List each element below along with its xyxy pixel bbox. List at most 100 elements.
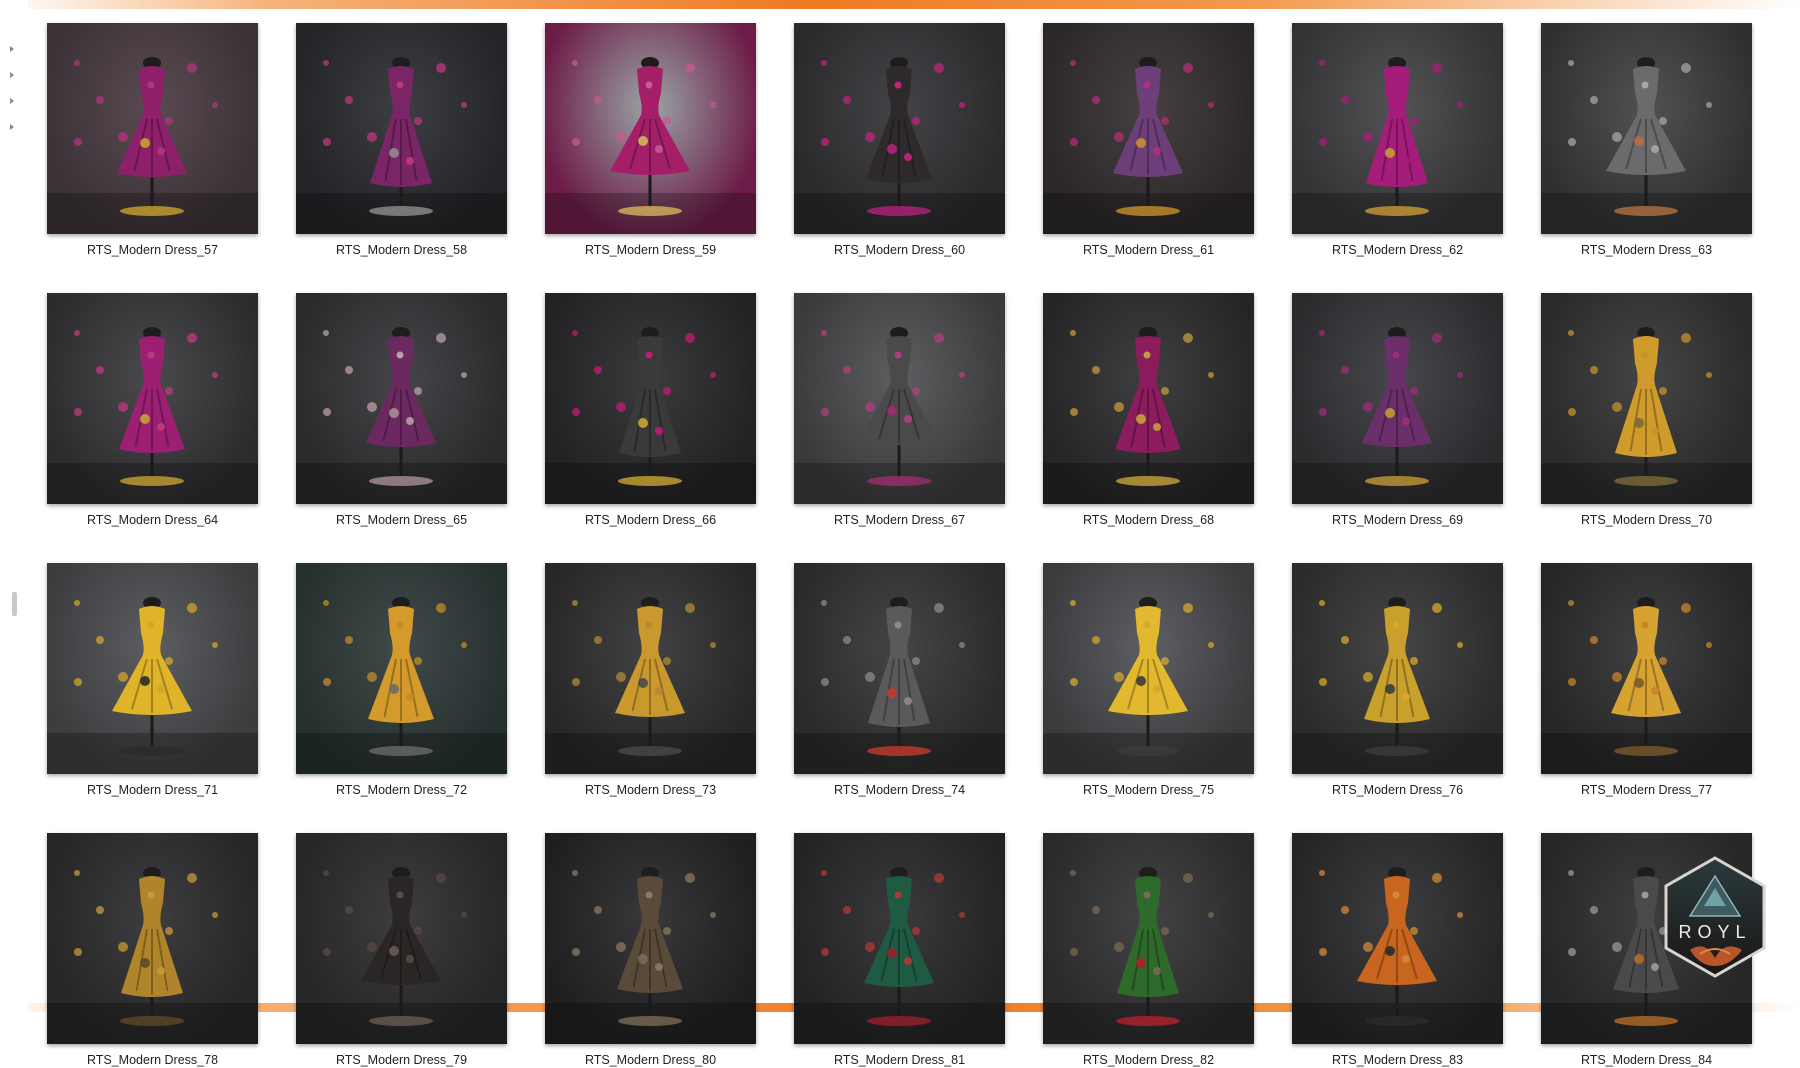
thumbnail-grid: RTS_Modern Dress_57 RTS_Modern Dress_58 … (47, 23, 1752, 1068)
gallery-tile[interactable]: RTS_Modern Dress_76 (1292, 563, 1503, 798)
gallery-tile[interactable]: RTS_Modern Dress_62 (1292, 23, 1503, 258)
dress-illustration (1541, 57, 1752, 234)
dress-thumbnail[interactable] (545, 293, 756, 504)
gallery-tile[interactable]: RTS_Modern Dress_71 (47, 563, 258, 798)
dress-illustration (1043, 327, 1254, 504)
dress-thumbnail[interactable] (545, 23, 756, 234)
tile-label: RTS_Modern Dress_72 (335, 783, 468, 797)
dress-illustration (1043, 867, 1254, 1044)
dress-thumbnail[interactable] (794, 293, 1005, 504)
dress-illustration (1541, 327, 1752, 504)
dress-thumbnail[interactable] (47, 833, 258, 1044)
tile-label: RTS_Modern Dress_68 (1082, 513, 1215, 527)
dress-thumbnail[interactable] (1541, 23, 1752, 234)
dress-thumbnail[interactable] (1541, 293, 1752, 504)
tile-label: RTS_Modern Dress_60 (833, 243, 966, 257)
gallery-tile[interactable]: RTS_Modern Dress_73 (545, 563, 756, 798)
sidebar-strip (0, 0, 28, 1012)
gallery-tile[interactable]: RTS_Modern Dress_60 (794, 23, 1005, 258)
dress-illustration (1043, 597, 1254, 774)
gallery-tile[interactable]: RTS_Modern Dress_83 (1292, 833, 1503, 1068)
dress-illustration (794, 57, 1005, 234)
dress-thumbnail[interactable] (794, 833, 1005, 1044)
dress-thumbnail[interactable] (1043, 563, 1254, 774)
tile-label: RTS_Modern Dress_77 (1580, 783, 1713, 797)
tile-label: RTS_Modern Dress_73 (584, 783, 717, 797)
gallery-tile[interactable]: RTS_Modern Dress_74 (794, 563, 1005, 798)
tile-label: RTS_Modern Dress_70 (1580, 513, 1713, 527)
dress-illustration (794, 867, 1005, 1044)
gallery-tile[interactable]: RTS_Modern Dress_82 (1043, 833, 1254, 1068)
gallery-tile[interactable]: RTS_Modern Dress_69 (1292, 293, 1503, 528)
logo-text: ROYL (1678, 922, 1751, 942)
dress-thumbnail[interactable] (296, 563, 507, 774)
tile-label: RTS_Modern Dress_62 (1331, 243, 1464, 257)
dress-thumbnail[interactable] (1292, 833, 1503, 1044)
tile-label: RTS_Modern Dress_57 (86, 243, 219, 257)
gallery-tile[interactable]: RTS_Modern Dress_66 (545, 293, 756, 528)
dress-thumbnail[interactable] (545, 833, 756, 1044)
dress-thumbnail[interactable] (296, 293, 507, 504)
chevron-right-icon[interactable] (10, 46, 14, 52)
gallery-tile[interactable]: RTS_Modern Dress_80 (545, 833, 756, 1068)
chevron-right-icon[interactable] (10, 98, 14, 104)
chevron-right-icon[interactable] (10, 72, 14, 78)
dress-thumbnail[interactable] (1292, 563, 1503, 774)
gallery-tile[interactable]: RTS_Modern Dress_64 (47, 293, 258, 528)
dress-illustration (296, 57, 507, 234)
tile-label: RTS_Modern Dress_84 (1580, 1053, 1713, 1067)
tile-label: RTS_Modern Dress_83 (1331, 1053, 1464, 1067)
gallery-tile[interactable]: RTS_Modern Dress_63 (1541, 23, 1752, 258)
dress-thumbnail[interactable] (1043, 833, 1254, 1044)
dress-illustration (1292, 327, 1503, 504)
tile-label: RTS_Modern Dress_75 (1082, 783, 1215, 797)
gallery-tile[interactable]: RTS_Modern Dress_78 (47, 833, 258, 1068)
tile-label: RTS_Modern Dress_78 (86, 1053, 219, 1067)
dress-thumbnail[interactable] (794, 563, 1005, 774)
scrollbar-thumb[interactable] (12, 592, 17, 616)
tile-label: RTS_Modern Dress_80 (584, 1053, 717, 1067)
gallery-tile[interactable]: RTS_Modern Dress_72 (296, 563, 507, 798)
gallery-tile[interactable]: RTS_Modern Dress_75 (1043, 563, 1254, 798)
gallery-tile[interactable]: RTS_Modern Dress_81 (794, 833, 1005, 1068)
gallery-tile[interactable]: RTS_Modern Dress_67 (794, 293, 1005, 528)
tile-label: RTS_Modern Dress_67 (833, 513, 966, 527)
dress-thumbnail[interactable] (1541, 563, 1752, 774)
tile-label: RTS_Modern Dress_59 (584, 243, 717, 257)
mountain-hexagon-logo-icon: ROYL (1664, 856, 1766, 978)
tile-label: RTS_Modern Dress_74 (833, 783, 966, 797)
gallery-tile[interactable]: RTS_Modern Dress_57 (47, 23, 258, 258)
tile-label: RTS_Modern Dress_63 (1580, 243, 1713, 257)
dress-thumbnail[interactable] (47, 563, 258, 774)
dress-illustration (545, 327, 756, 504)
dress-thumbnail[interactable] (47, 23, 258, 234)
dress-thumbnail[interactable] (1292, 23, 1503, 234)
dress-illustration (296, 327, 507, 504)
dress-thumbnail[interactable] (794, 23, 1005, 234)
gallery-tile[interactable]: RTS_Modern Dress_68 (1043, 293, 1254, 528)
tile-label: RTS_Modern Dress_79 (335, 1053, 468, 1067)
gallery-tile[interactable]: RTS_Modern Dress_61 (1043, 23, 1254, 258)
dress-thumbnail[interactable] (1292, 293, 1503, 504)
dress-illustration (545, 57, 756, 234)
tile-label: RTS_Modern Dress_64 (86, 513, 219, 527)
gallery-tile[interactable]: RTS_Modern Dress_58 (296, 23, 507, 258)
tile-label: RTS_Modern Dress_81 (833, 1053, 966, 1067)
dress-thumbnail[interactable] (1043, 23, 1254, 234)
dress-thumbnail[interactable] (296, 23, 507, 234)
gallery-tile[interactable]: RTS_Modern Dress_79 (296, 833, 507, 1068)
gallery-tile[interactable]: RTS_Modern Dress_65 (296, 293, 507, 528)
gallery-tile[interactable]: RTS_Modern Dress_77 (1541, 563, 1752, 798)
dress-illustration (296, 597, 507, 774)
dress-thumbnail[interactable] (1043, 293, 1254, 504)
tile-label: RTS_Modern Dress_65 (335, 513, 468, 527)
tile-label: RTS_Modern Dress_71 (86, 783, 219, 797)
dress-thumbnail[interactable] (545, 563, 756, 774)
dress-illustration (1541, 597, 1752, 774)
dress-thumbnail[interactable] (47, 293, 258, 504)
gallery-tile[interactable]: RTS_Modern Dress_70 (1541, 293, 1752, 528)
dress-thumbnail[interactable] (296, 833, 507, 1044)
gallery-tile[interactable]: RTS_Modern Dress_59 (545, 23, 756, 258)
chevron-right-icon[interactable] (10, 124, 14, 130)
dress-illustration (47, 327, 258, 504)
